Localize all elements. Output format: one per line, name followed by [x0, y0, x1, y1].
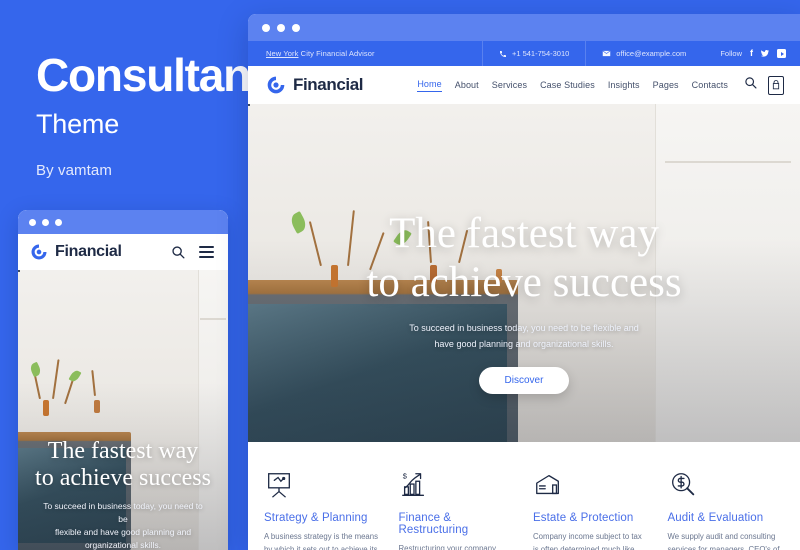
menu-item-insights[interactable]: Insights: [608, 80, 640, 90]
window-dot-1[interactable]: [262, 23, 270, 32]
hero-heading: The fastest way to achieve success: [248, 209, 800, 307]
mobile-mockup: Financial The fastest way to achieve suc…: [18, 210, 228, 550]
mobile-hero-heading-line1: The fastest way: [47, 438, 199, 464]
mobile-hero-heading: The fastest way to achieve success: [28, 438, 218, 492]
desktop-hero: The fastest way to achieve success To su…: [248, 104, 800, 442]
topbar-email[interactable]: office@example.com: [585, 41, 702, 66]
site-navbar: Financial Home About Services Case Studi…: [248, 66, 800, 104]
hero-heading-line2: to achieve success: [366, 259, 682, 307]
window-dot-3[interactable]: [55, 218, 62, 226]
growth-chart-icon: $: [399, 466, 516, 500]
mobile-hero-paragraph-line2: flexible and have good planning and: [54, 527, 192, 538]
service-card-strategy-planning[interactable]: Strategy & Planning A business strategy …: [264, 466, 399, 550]
mobile-window-chrome: [18, 210, 228, 234]
menu-item-home[interactable]: Home: [417, 79, 442, 92]
search-icon[interactable]: [168, 242, 188, 262]
circle-swirl-logo-icon: [266, 75, 286, 95]
topbar-tagline-rest: City Financial Advisor: [298, 49, 375, 58]
envelope-icon: [602, 50, 611, 57]
menu-item-contacts[interactable]: Contacts: [692, 80, 728, 90]
hamburger-menu-icon[interactable]: [196, 242, 216, 262]
discover-button[interactable]: Discover: [478, 366, 570, 394]
menu-item-case-studies[interactable]: Case Studies: [540, 80, 595, 90]
hero-paragraph-line1: To succeed in business today, you need t…: [409, 323, 639, 334]
window-dot-2[interactable]: [277, 23, 285, 32]
hero-paragraph-line2: have good planning and organizational sk…: [434, 338, 614, 349]
service-title: Audit & Evaluation: [667, 512, 764, 524]
svg-text:$: $: [402, 471, 407, 480]
service-card-audit-evaluation[interactable]: Audit & Evaluation We supply audit and c…: [668, 466, 785, 550]
mobile-hero: The fastest way to achieve success To su…: [18, 270, 228, 550]
facebook-icon[interactable]: f: [750, 49, 753, 58]
mobile-hero-paragraph: To succeed in business today, you need t…: [28, 500, 218, 550]
navbar-icons: [744, 75, 784, 95]
service-text: We supply audit and consulting services …: [667, 532, 780, 550]
services-section: Strategy & Planning A business strategy …: [248, 442, 800, 550]
menu-item-about[interactable]: About: [455, 80, 479, 90]
window-dot-1[interactable]: [29, 218, 36, 226]
mobile-hero-heading-line2: to achieve success: [35, 464, 211, 491]
hero-heading-line1: The fastest way: [389, 210, 659, 257]
service-title: Strategy & Planning: [264, 512, 368, 524]
mobile-hero-content: The fastest way to achieve success To su…: [18, 438, 228, 550]
service-text: Restructuring your company could restore…: [398, 544, 497, 550]
desktop-window-chrome: [248, 14, 800, 41]
topbar-follow-label: Follow: [720, 49, 742, 58]
desktop-hero-content: The fastest way to achieve success To su…: [248, 209, 800, 394]
mobile-hero-paragraph-line1: To succeed in business today, you need t…: [43, 500, 203, 524]
service-text: A business strategy is the means by whic…: [264, 532, 378, 550]
presentation-board-icon: [264, 466, 381, 500]
circle-swirl-logo-icon: [30, 243, 48, 261]
magnifier-dollar-icon: [668, 466, 785, 500]
search-icon[interactable]: [744, 76, 757, 94]
site-topbar: New York City Financial Advisor +1 541-7…: [248, 41, 800, 66]
service-title: Estate & Protection: [533, 512, 634, 524]
mobile-navbar: Financial: [18, 234, 228, 270]
desktop-logo[interactable]: Financial: [266, 75, 363, 95]
mobile-logo[interactable]: Financial: [30, 243, 122, 261]
service-title: Finance & Restructuring: [398, 512, 469, 536]
service-card-estate-protection[interactable]: Estate & Protection Company income subje…: [533, 466, 668, 550]
desktop-mockup: New York City Financial Advisor +1 541-7…: [248, 14, 800, 550]
service-text: Company income subject to tax is often d…: [533, 532, 642, 550]
house-icon: [533, 466, 650, 500]
window-dot-3[interactable]: [292, 23, 300, 32]
topbar-phone-text: +1 541-754-3010: [511, 49, 570, 58]
cart-icon[interactable]: [768, 75, 784, 95]
hero-paragraph: To succeed in business today, you need t…: [248, 321, 800, 353]
service-card-finance-restructuring[interactable]: $ Finance & Restructuring Restructuring …: [399, 466, 534, 550]
main-menu: Home About Services Case Studies Insight…: [417, 79, 728, 92]
phone-icon: [499, 50, 506, 57]
mobile-hero-paragraph-line3: organizational skills.: [84, 540, 162, 550]
topbar-follow: Follow f: [702, 49, 786, 58]
twitter-icon[interactable]: [760, 49, 770, 58]
topbar-email-text: office@example.com: [616, 49, 687, 58]
topbar-phone[interactable]: +1 541-754-3010: [481, 41, 585, 66]
window-dot-2[interactable]: [42, 218, 49, 226]
topbar-tagline-link[interactable]: New York: [266, 49, 299, 58]
menu-item-pages[interactable]: Pages: [653, 80, 679, 90]
mobile-logo-text: Financial: [55, 243, 122, 260]
topbar-social-links: f: [750, 49, 786, 58]
menu-item-services[interactable]: Services: [492, 80, 527, 90]
desktop-logo-text: Financial: [293, 75, 364, 94]
topbar-tagline: New York City Financial Advisor: [266, 49, 375, 58]
youtube-icon[interactable]: [777, 49, 786, 58]
